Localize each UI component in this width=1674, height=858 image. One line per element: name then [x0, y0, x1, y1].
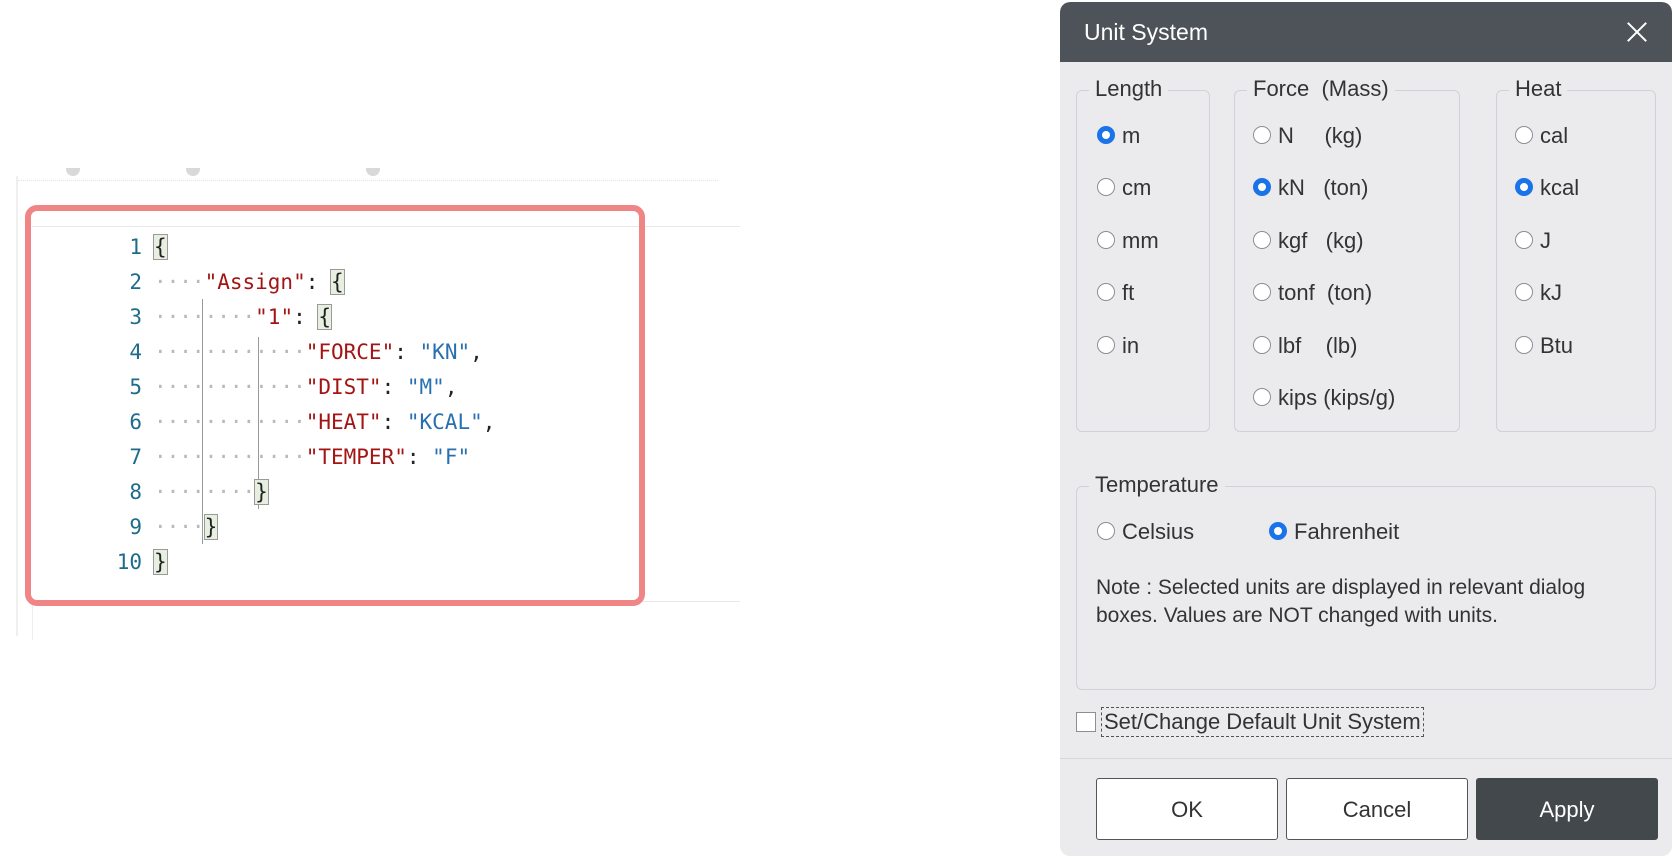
dialog-titlebar[interactable]: Unit System — [1060, 2, 1672, 62]
radio-button[interactable] — [1515, 336, 1533, 354]
radio-force-lbf[interactable]: lbf (lb) — [1253, 331, 1357, 361]
radio-button[interactable] — [1253, 178, 1271, 196]
force-group: Force (Mass) N (kg) kN (ton) kgf (kg) to… — [1234, 75, 1460, 432]
length-legend: Length — [1089, 75, 1169, 103]
radio-label: m — [1122, 123, 1141, 148]
ok-button[interactable]: OK — [1096, 778, 1278, 840]
radio-button[interactable] — [1253, 126, 1271, 144]
force-legend: Force (Mass) — [1247, 75, 1395, 103]
radio-label: kJ — [1540, 280, 1562, 305]
radio-button[interactable] — [1515, 126, 1533, 144]
radio-label: kN (ton) — [1278, 175, 1369, 200]
editor-left-border — [16, 176, 18, 636]
radio-button[interactable] — [1097, 231, 1115, 249]
editor-toolbar-remnant — [18, 168, 718, 181]
radio-label: ft — [1122, 280, 1135, 305]
radio-button[interactable] — [1253, 283, 1271, 301]
heat-group: Heat cal kcal J kJ Btu — [1496, 75, 1656, 432]
radio-heat-btu[interactable]: Btu — [1515, 331, 1573, 361]
radio-temp-celsius[interactable]: Celsius — [1097, 517, 1194, 547]
radio-label: in — [1122, 333, 1140, 358]
radio-label: J — [1540, 228, 1551, 253]
unit-system-dialog: Unit System Length m cm mm ft in Force (… — [1060, 2, 1672, 856]
highlight-annotation-box — [25, 205, 645, 606]
divider — [1060, 758, 1672, 759]
radio-label: N (kg) — [1278, 123, 1363, 148]
radio-heat-kj[interactable]: kJ — [1515, 278, 1562, 308]
radio-force-kn[interactable]: kN (ton) — [1253, 173, 1368, 203]
units-note: Note : Selected units are displayed in r… — [1096, 576, 1586, 627]
radio-label: mm — [1122, 228, 1159, 253]
default-unit-checkbox-label[interactable]: Set/Change Default Unit System — [1101, 707, 1424, 737]
close-icon[interactable] — [1620, 15, 1654, 49]
radio-label: kgf (kg) — [1278, 228, 1364, 253]
radio-label: Fahrenheit — [1294, 519, 1400, 544]
cancel-button[interactable]: Cancel — [1286, 778, 1468, 840]
radio-button[interactable] — [1253, 388, 1271, 406]
radio-heat-cal[interactable]: cal — [1515, 121, 1568, 151]
radio-label: kips (kips/g) — [1278, 385, 1396, 410]
radio-button[interactable] — [1097, 126, 1115, 144]
editor-gutter — [32, 600, 33, 640]
radio-heat-j[interactable]: J — [1515, 226, 1552, 256]
toolbar-dot — [366, 168, 380, 176]
radio-temp-fahrenheit[interactable]: Fahrenheit — [1269, 517, 1399, 547]
radio-button[interactable] — [1253, 336, 1271, 354]
default-unit-checkbox[interactable] — [1076, 712, 1096, 732]
radio-label: cm — [1122, 175, 1152, 200]
radio-length-m[interactable]: m — [1097, 121, 1140, 151]
radio-force-tonf[interactable]: tonf (ton) — [1253, 278, 1372, 308]
radio-button[interactable] — [1515, 178, 1533, 196]
radio-heat-kcal[interactable]: kcal — [1515, 173, 1579, 203]
radio-button[interactable] — [1253, 231, 1271, 249]
radio-button[interactable] — [1097, 178, 1115, 196]
radio-label: Celsius — [1122, 519, 1195, 544]
temperature-legend: Temperature — [1089, 471, 1225, 499]
radio-length-cm[interactable]: cm — [1097, 173, 1151, 203]
radio-force-n[interactable]: N (kg) — [1253, 121, 1362, 151]
radio-label: lbf (lb) — [1278, 333, 1358, 358]
radio-label: cal — [1540, 123, 1569, 148]
toolbar-dot — [66, 168, 80, 176]
radio-button[interactable] — [1097, 522, 1115, 540]
radio-button[interactable] — [1515, 283, 1533, 301]
heat-legend: Heat — [1509, 75, 1568, 103]
radio-button[interactable] — [1269, 522, 1287, 540]
radio-force-kips[interactable]: kips (kips/g) — [1253, 383, 1395, 413]
radio-button[interactable] — [1515, 231, 1533, 249]
radio-button[interactable] — [1097, 283, 1115, 301]
toolbar-dot — [186, 168, 200, 176]
radio-button[interactable] — [1097, 336, 1115, 354]
radio-force-kgf[interactable]: kgf (kg) — [1253, 226, 1364, 256]
radio-label: kcal — [1540, 175, 1580, 200]
radio-label: Btu — [1540, 333, 1574, 358]
radio-label: tonf (ton) — [1278, 280, 1373, 305]
radio-length-in[interactable]: in — [1097, 331, 1139, 361]
length-group: Length m cm mm ft in — [1076, 75, 1210, 432]
apply-button[interactable]: Apply — [1476, 778, 1658, 840]
radio-length-ft[interactable]: ft — [1097, 278, 1134, 308]
radio-length-mm[interactable]: mm — [1097, 226, 1159, 256]
dialog-title: Unit System — [1084, 19, 1208, 45]
